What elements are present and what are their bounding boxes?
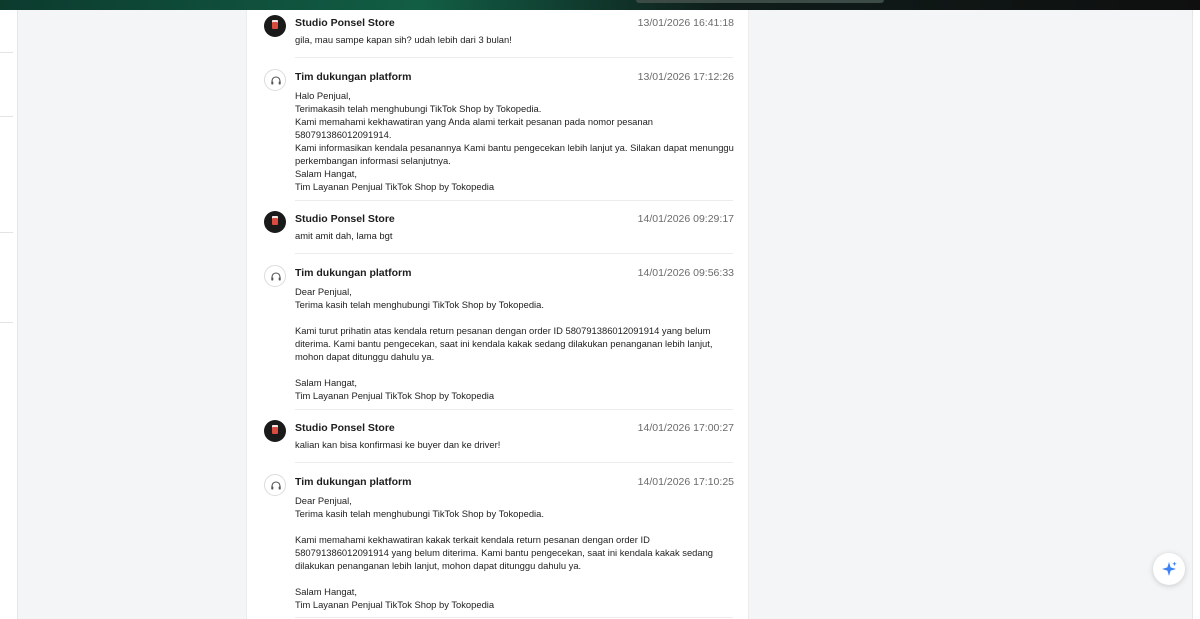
- left-rail-divider: [0, 52, 13, 53]
- message-divider: [295, 57, 733, 58]
- left-rail-divider: [0, 232, 13, 233]
- top-bar-handle: [636, 0, 884, 3]
- message-divider: [295, 200, 733, 201]
- message-divider: [295, 253, 733, 254]
- message-body[interactable]: gila, mau sampe kapan sih? udah lebih da…: [295, 33, 734, 46]
- message-item: Tim dukungan platform 14/01/2026 17:10:2…: [264, 470, 734, 619]
- message-sender: Tim dukungan platform: [295, 267, 412, 279]
- left-rail-divider: [0, 116, 13, 117]
- message-body[interactable]: amit amit dah, lama bgt: [295, 229, 734, 242]
- right-edge-rail: [1192, 10, 1200, 619]
- store-avatar: [264, 15, 286, 37]
- support-avatar: [264, 265, 286, 287]
- store-avatar: [264, 211, 286, 233]
- message-divider: [295, 462, 733, 463]
- message-sender: Tim dukungan platform: [295, 476, 412, 488]
- message-timestamp: 14/01/2026 09:29:17: [637, 213, 734, 225]
- message-item: Tim dukungan platform 14/01/2026 09:56:3…: [264, 261, 734, 411]
- sparkle-icon: [1162, 561, 1177, 576]
- message-item: Studio Ponsel Store 14/01/2026 09:29:17 …: [264, 207, 734, 247]
- message-item: Studio Ponsel Store 14/01/2026 17:00:27 …: [264, 416, 734, 456]
- message-body[interactable]: Halo Penjual, Terimakasih telah menghubu…: [295, 89, 734, 193]
- message-item: Studio Ponsel Store 13/01/2026 16:41:18 …: [264, 11, 734, 51]
- message-sender: Tim dukungan platform: [295, 71, 412, 83]
- message-sender: Studio Ponsel Store: [295, 17, 395, 29]
- message-timestamp: 14/01/2026 17:00:27: [637, 422, 734, 434]
- headset-icon: [271, 76, 281, 85]
- message-sender: Studio Ponsel Store: [295, 422, 395, 434]
- support-avatar: [264, 69, 286, 91]
- headset-icon: [271, 272, 281, 281]
- left-sidebar-rail: [0, 10, 18, 619]
- conversation-panel: Studio Ponsel Store 13/01/2026 16:41:18 …: [246, 10, 749, 619]
- left-rail-divider: [0, 322, 13, 323]
- support-avatar: [264, 474, 286, 496]
- headset-icon: [271, 481, 281, 490]
- message-divider: [295, 617, 733, 618]
- message-divider: [295, 409, 733, 410]
- message-item: Tim dukungan platform 13/01/2026 17:12:2…: [264, 65, 734, 195]
- message-body[interactable]: Dear Penjual, Terima kasih telah menghub…: [295, 285, 734, 402]
- message-body[interactable]: Dear Penjual, Terima kasih telah menghub…: [295, 494, 734, 611]
- message-sender: Studio Ponsel Store: [295, 213, 395, 225]
- browser-top-bar: [0, 0, 1200, 10]
- message-timestamp: 14/01/2026 17:10:25: [637, 476, 734, 488]
- message-timestamp: 13/01/2026 17:12:26: [637, 71, 734, 83]
- message-body[interactable]: kalian kan bisa konfirmasi ke buyer dan …: [295, 438, 734, 451]
- store-avatar: [264, 420, 286, 442]
- ai-assistant-button[interactable]: [1153, 553, 1185, 585]
- message-timestamp: 14/01/2026 09:56:33: [637, 267, 734, 279]
- message-timestamp: 13/01/2026 16:41:18: [637, 17, 734, 29]
